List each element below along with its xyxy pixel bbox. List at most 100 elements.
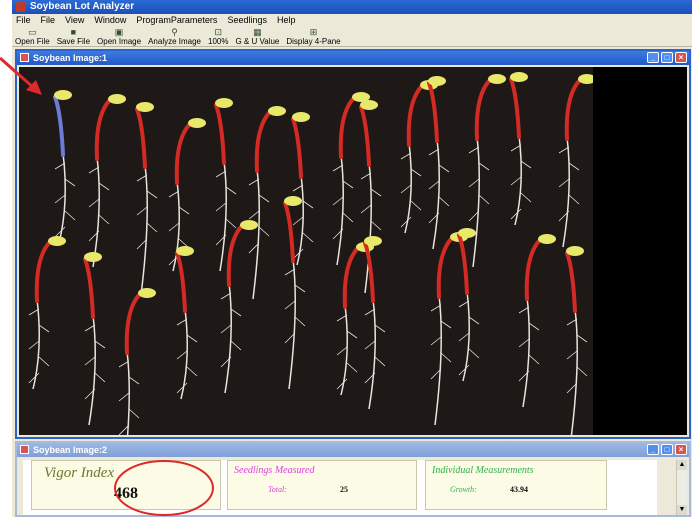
vertical-scrollbar[interactable]: ▲ ▼ <box>676 460 687 515</box>
seedling-lateral-root <box>400 152 412 160</box>
seedling-hypocotyl <box>53 95 65 157</box>
seedling-lateral-root <box>468 178 480 188</box>
seedling-lateral-root <box>146 222 158 233</box>
seedling-hypocotyl <box>342 247 359 309</box>
menu-program-parameters[interactable]: ProgramParameters <box>136 14 217 27</box>
seedling-lateral-root <box>510 144 522 152</box>
open-file-label: Open File <box>15 37 50 46</box>
seedling-lateral-root <box>468 316 480 325</box>
seedling <box>291 112 314 266</box>
app-window: Soybean Lot Analyzer File File View Wind… <box>12 0 692 517</box>
menu-seedlings[interactable]: Seedlings <box>227 14 267 27</box>
seedling-cotyledon <box>54 90 72 100</box>
seedling-lateral-root <box>558 146 570 154</box>
maximize-icon[interactable]: □ <box>661 444 673 455</box>
seedling-lateral-root <box>88 198 100 208</box>
seedling-photo <box>19 67 596 482</box>
seedling-lateral-root <box>346 362 358 373</box>
seedling-hypocotyl <box>174 123 191 185</box>
seedling-lateral-root <box>336 346 348 356</box>
vigor-index-panel: Vigor Index 468 <box>31 460 221 510</box>
seedling <box>220 220 258 394</box>
seedling <box>88 94 126 268</box>
seedling-hypocotyl <box>457 233 469 295</box>
open-image-button[interactable]: ▣ Open Image <box>97 28 141 47</box>
image-viewer <box>19 67 687 482</box>
seedling-lateral-root <box>294 316 306 327</box>
seedling-hypocotyl <box>135 107 147 169</box>
individual-measurements-title: Individual Measurements <box>432 465 534 476</box>
seedling-cotyledon <box>292 112 310 122</box>
close-icon[interactable]: × <box>675 444 687 455</box>
seedling-lateral-root <box>518 306 530 314</box>
gu-value-button[interactable]: ▦ G & U Value <box>235 28 279 47</box>
menu-help[interactable]: Help <box>277 14 296 27</box>
minimize-icon[interactable]: _ <box>647 52 659 63</box>
app-title: Soybean Lot Analyzer <box>30 1 135 12</box>
scroll-down-icon[interactable]: ▼ <box>677 505 687 515</box>
seedling-lateral-root <box>230 308 242 317</box>
image-window-2-titlebar: Soybean Image:2 _ □ × <box>17 443 689 457</box>
seedling-lateral-root <box>186 366 198 377</box>
menu-view[interactable]: View <box>65 14 84 27</box>
seedling-cotyledon <box>138 288 156 298</box>
seedling-lateral-root <box>292 216 304 226</box>
seedling-hypocotyl <box>175 251 187 313</box>
seedling-lateral-root <box>178 206 190 215</box>
seedling-lateral-root <box>176 350 188 360</box>
menu-window[interactable]: Window <box>94 14 126 27</box>
seedling-hypocotyl <box>291 117 303 179</box>
seedling-hypocotyl <box>124 293 141 355</box>
seedling-lateral-root <box>438 196 450 207</box>
seedling-hypocotyl <box>83 257 95 319</box>
scroll-up-icon[interactable]: ▲ <box>677 460 687 470</box>
seedling-lateral-root <box>284 300 296 310</box>
results-area: Vigor Index 468 Seedlings Measured Total… <box>23 460 657 515</box>
open-file-button[interactable]: ▭ Open File <box>15 28 50 47</box>
analyze-image-label: Analyze Image <box>148 37 201 46</box>
seedling-lateral-root <box>284 268 296 276</box>
seedling-lateral-root <box>94 340 106 349</box>
app-titlebar: Soybean Lot Analyzer <box>12 0 692 14</box>
zoom-100-button[interactable]: ⊡ 100% <box>208 28 229 47</box>
seedling-lateral-root <box>360 172 372 180</box>
close-icon[interactable]: × <box>675 52 687 63</box>
seedling-lateral-root <box>566 350 578 360</box>
menu-file-2[interactable]: File <box>41 14 56 27</box>
seedling-cotyledon <box>240 220 258 230</box>
seedling-lateral-root <box>400 184 412 194</box>
seedling-root <box>562 136 570 248</box>
seedling-cotyledon <box>84 252 102 262</box>
window-icon <box>20 53 29 62</box>
analyze-image-button[interactable]: ⚲ Analyze Image <box>148 28 201 47</box>
display-4-pane-button[interactable]: ⊞ Display 4-Pane <box>286 28 340 47</box>
minimize-icon[interactable]: _ <box>647 444 659 455</box>
seedling-lateral-root <box>84 356 96 366</box>
app-icon <box>16 2 26 12</box>
seedling-lateral-root <box>410 168 422 177</box>
seedling-root <box>219 160 227 272</box>
seedling-lateral-root <box>292 184 304 192</box>
seedling-lateral-root <box>478 194 490 205</box>
menu-file[interactable]: File <box>16 14 31 27</box>
seedling <box>457 228 480 382</box>
seedling-hypocotyl <box>406 85 423 147</box>
seedling-lateral-root <box>428 148 440 156</box>
maximize-icon[interactable]: □ <box>661 52 673 63</box>
seedling-lateral-root <box>510 176 522 186</box>
seedling-lateral-root <box>98 214 110 225</box>
seedling-lateral-root <box>220 292 232 300</box>
seedling-hypocotyl <box>359 105 371 167</box>
seedling-root <box>336 154 344 266</box>
seedling-lateral-root <box>430 304 442 312</box>
save-file-button[interactable]: ■ Save File <box>57 28 90 47</box>
seedling-lateral-root <box>478 162 490 171</box>
zoom-100-label: 100% <box>208 37 229 46</box>
seedling <box>83 252 106 426</box>
seedling-lateral-root <box>168 190 180 198</box>
seedling-lateral-root <box>215 170 227 178</box>
seedling-lateral-root <box>302 232 314 243</box>
seedling-lateral-root <box>576 366 588 377</box>
seedling-lateral-root <box>370 188 382 197</box>
seedling-lateral-root <box>520 192 532 203</box>
